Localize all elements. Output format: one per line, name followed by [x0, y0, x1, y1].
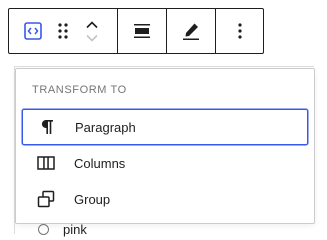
- toolbar-group-align: [118, 9, 167, 53]
- options-button[interactable]: [224, 15, 256, 47]
- block-type-button[interactable]: [17, 15, 49, 47]
- block-type-icon: [24, 22, 42, 40]
- menu-item-columns[interactable]: Columns: [22, 145, 308, 181]
- edit-button[interactable]: [175, 15, 207, 47]
- menu-item-label: Paragraph: [75, 119, 136, 135]
- align-button[interactable]: [126, 15, 158, 47]
- block-movers: [79, 13, 105, 49]
- menu-item-group[interactable]: Group: [22, 181, 308, 217]
- chevron-down-icon: [86, 34, 98, 42]
- more-vertical-icon: [237, 23, 242, 39]
- list-item-label: pink: [63, 222, 87, 237]
- block-toolbar: [8, 8, 264, 54]
- align-icon: [134, 24, 150, 38]
- menu-item-label: Columns: [74, 155, 126, 171]
- pencil-icon: [183, 23, 199, 40]
- columns-icon: [34, 151, 58, 175]
- drag-handle-icon: [58, 23, 68, 39]
- group-icon: [34, 187, 58, 211]
- paragraph-icon: [35, 115, 59, 139]
- toolbar-group-more: [216, 9, 263, 53]
- move-up-button[interactable]: [82, 17, 102, 31]
- toolbar-group-block: [9, 9, 118, 53]
- transform-menu: TRANSFORM TO Paragraph Columns Group: [15, 68, 315, 224]
- list-item-pink: pink: [38, 222, 87, 237]
- drag-handle[interactable]: [51, 15, 75, 47]
- menu-heading: TRANSFORM TO: [32, 84, 127, 96]
- move-down-button[interactable]: [82, 31, 102, 45]
- radio-circle-icon: [38, 224, 49, 235]
- menu-item-label: Group: [74, 191, 111, 207]
- chevron-up-icon: [86, 20, 98, 28]
- menu-item-paragraph[interactable]: Paragraph: [22, 109, 308, 145]
- toolbar-group-edit: [167, 9, 216, 53]
